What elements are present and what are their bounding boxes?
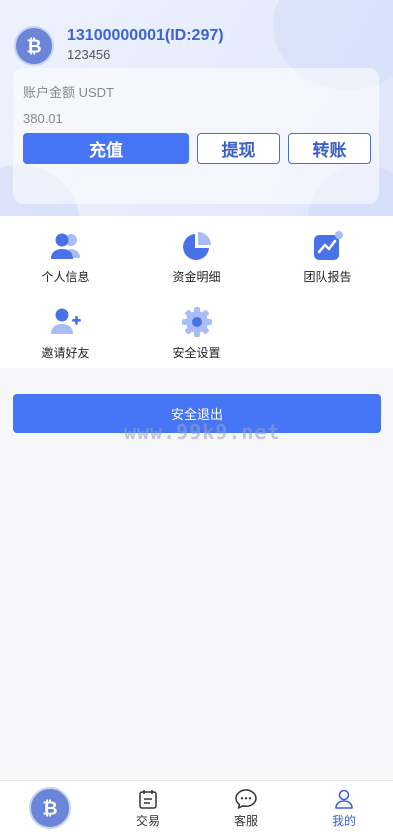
menu-item-label: 资金明细 bbox=[172, 270, 221, 284]
person-icon bbox=[335, 789, 353, 809]
transfer-button[interactable]: 转账 bbox=[288, 133, 371, 164]
gear-icon bbox=[181, 306, 213, 338]
pie-chart-icon bbox=[181, 230, 213, 262]
user-add-icon bbox=[50, 306, 82, 338]
bitcoin-coin-icon: ₿ bbox=[29, 787, 71, 829]
recharge-button[interactable]: 充值 bbox=[23, 133, 189, 164]
tab-mine[interactable]: 我的 bbox=[320, 781, 368, 834]
menu-item-personal-info[interactable]: 个人信息 bbox=[0, 230, 131, 285]
menu-item-label: 安全设置 bbox=[172, 346, 221, 360]
svg-text:₿: ₿ bbox=[26, 37, 41, 58]
balance-card: 账户金额 USDT 380.01 充值 提现 转账 bbox=[13, 68, 379, 204]
menu-item-team-report[interactable]: 团队报告 bbox=[262, 230, 393, 285]
menu-item-label: 团队报告 bbox=[303, 270, 352, 284]
watermark: www.99k9.net bbox=[124, 420, 281, 444]
balance-value: 380.01 bbox=[23, 111, 63, 126]
user-group-icon bbox=[50, 230, 82, 262]
bottom-tab-bar: ₿ 交易 客服 我的 bbox=[0, 780, 393, 834]
bitcoin-icon: ₿ bbox=[26, 37, 41, 58]
trend-chart-icon bbox=[312, 230, 344, 262]
chat-bubble-icon bbox=[235, 788, 257, 809]
menu-item-invite-friends[interactable]: 邀请好友 bbox=[0, 306, 131, 361]
menu-item-fund-details[interactable]: 资金明细 bbox=[131, 230, 262, 285]
profile-header: ₿ 13100000001(ID:297) 123456 账户金额 USDT 3… bbox=[0, 0, 393, 216]
tab-label: 我的 bbox=[331, 813, 356, 828]
withdraw-button[interactable]: 提现 bbox=[197, 133, 280, 164]
avatar[interactable]: ₿ bbox=[14, 26, 54, 66]
menu-item-security-settings[interactable]: 安全设置 bbox=[131, 306, 262, 361]
menu-item-label: 邀请好友 bbox=[41, 346, 90, 360]
tab-label: 交易 bbox=[135, 813, 160, 828]
svg-text:₿: ₿ bbox=[42, 799, 57, 820]
calendar-list-icon bbox=[139, 789, 157, 809]
tab-trade[interactable]: 交易 bbox=[124, 781, 172, 834]
tab-customer-service[interactable]: 客服 bbox=[222, 781, 270, 834]
tab-home[interactable]: ₿ bbox=[28, 781, 72, 834]
username: 123456 bbox=[67, 47, 111, 62]
tab-label: 客服 bbox=[233, 813, 258, 828]
user-phone-id: 13100000001(ID:297) bbox=[67, 27, 224, 44]
balance-label: 账户金额 USDT bbox=[23, 85, 115, 100]
menu-item-label: 个人信息 bbox=[41, 270, 90, 284]
menu-grid: 个人信息 资金明细 团队报告 邀请好友 安全设置 bbox=[0, 216, 393, 368]
